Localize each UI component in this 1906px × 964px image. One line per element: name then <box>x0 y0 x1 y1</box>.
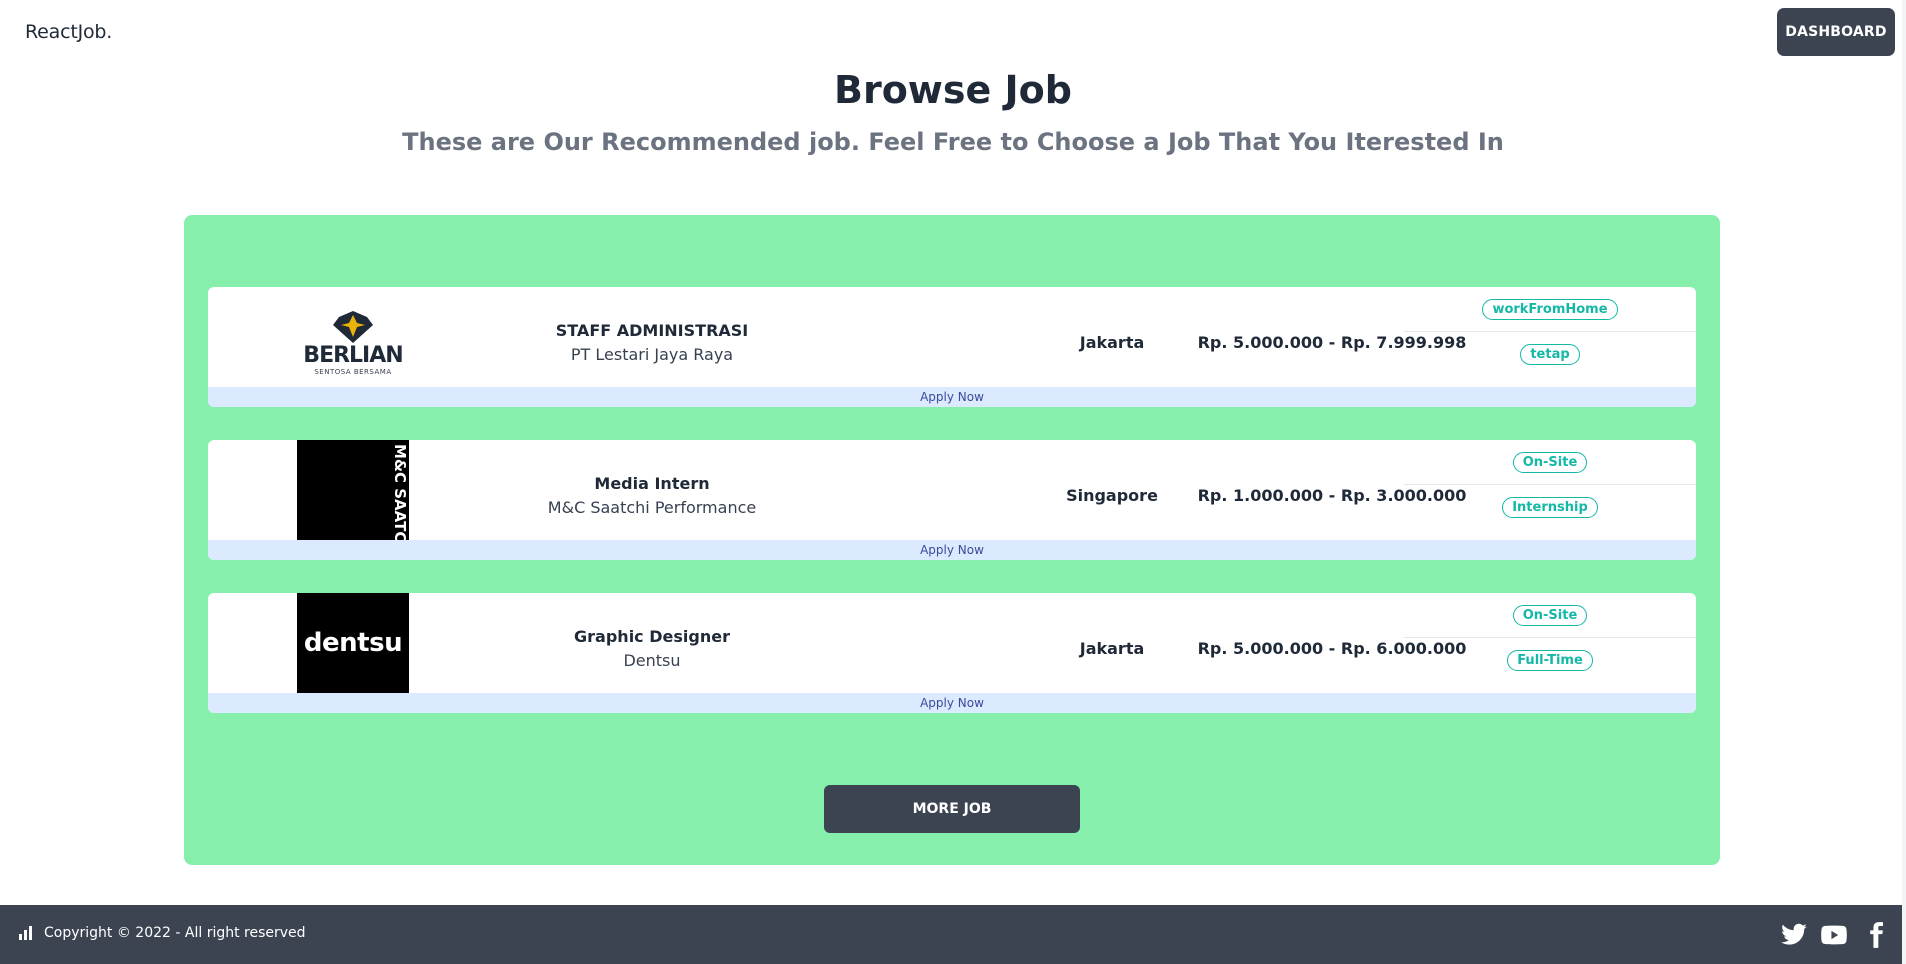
job-company: Dentsu <box>623 651 681 670</box>
apply-bar[interactable]: Apply Now <box>208 387 1696 407</box>
tag-row: tetap <box>1404 332 1696 377</box>
logo-name: dentsu <box>303 628 403 658</box>
tag-row: On-Site <box>1404 440 1696 485</box>
brand-logo-text[interactable]: ReactJob. <box>25 21 112 43</box>
job-card: BERLIAN SENTOSA BERSAMA STAFF ADMINISTRA… <box>208 287 1696 407</box>
facebook-icon[interactable] <box>1862 921 1890 949</box>
job-card: M&C SAATCHI PERFORMANCE Media Intern M&C… <box>208 440 1696 560</box>
twitter-icon[interactable] <box>1780 921 1808 949</box>
job-tag: Internship <box>1502 497 1598 518</box>
job-tags: On-Site Full-Time <box>1404 593 1696 693</box>
apply-bar[interactable]: Apply Now <box>208 540 1696 560</box>
more-job-button[interactable]: MORE JOB <box>824 785 1080 833</box>
scrollbar-track[interactable] <box>1902 0 1906 964</box>
page-title: Browse Job <box>834 68 1072 112</box>
copyright-text: Copyright © 2022 - All right reserved <box>44 925 306 941</box>
jobs-panel: BERLIAN SENTOSA BERSAMA STAFF ADMINISTRA… <box>184 215 1720 865</box>
company-logo: BERLIAN SENTOSA BERSAMA <box>297 287 409 387</box>
job-card: dentsu Graphic Designer Dentsu Jakarta R… <box>208 593 1696 713</box>
footer-copyright-group: Copyright © 2022 - All right reserved <box>18 925 306 941</box>
job-tags: workFromHome tetap <box>1404 287 1696 387</box>
page-subtitle: These are Our Recommended job. Feel Free… <box>402 128 1504 156</box>
tag-row: Internship <box>1404 485 1696 530</box>
tag-row: Full-Time <box>1404 638 1696 683</box>
job-tags: On-Site Internship <box>1404 440 1696 540</box>
job-tag: Full-Time <box>1507 650 1593 671</box>
job-tag: workFromHome <box>1482 298 1618 320</box>
apply-now-link[interactable]: Apply Now <box>920 390 984 404</box>
job-title: STAFF ADMINISTRASI <box>555 321 749 340</box>
job-title: Media Intern <box>594 474 710 493</box>
youtube-icon[interactable] <box>1820 921 1848 949</box>
apply-bar[interactable]: Apply Now <box>208 693 1696 713</box>
job-company: M&C Saatchi Performance <box>547 498 757 517</box>
logo-subtext: SENTOSA BERSAMA <box>314 368 392 376</box>
job-tag: On-Site <box>1512 451 1588 473</box>
logo-name: M&C SAATCHI PERFORMANCE <box>391 444 409 540</box>
job-title: Graphic Designer <box>574 627 730 646</box>
apply-now-link[interactable]: Apply Now <box>920 696 984 710</box>
navbar: ReactJob. DASHBOARD <box>0 0 1906 66</box>
job-company: PT Lestari Jaya Raya <box>570 345 734 364</box>
job-tag: tetap <box>1520 344 1580 365</box>
company-logo: M&C SAATCHI PERFORMANCE <box>297 440 409 540</box>
logo-name: BERLIAN <box>303 343 403 368</box>
apply-now-link[interactable]: Apply Now <box>920 543 984 557</box>
footer: Copyright © 2022 - All right reserved <box>0 905 1906 964</box>
job-tag: On-Site <box>1512 604 1588 626</box>
diamond-icon <box>333 311 373 343</box>
tag-row: On-Site <box>1404 593 1696 638</box>
dashboard-button[interactable]: DASHBOARD <box>1777 8 1895 56</box>
company-logo: dentsu <box>297 593 409 693</box>
bar-chart-icon <box>19 926 32 940</box>
tag-row: workFromHome <box>1404 287 1696 332</box>
